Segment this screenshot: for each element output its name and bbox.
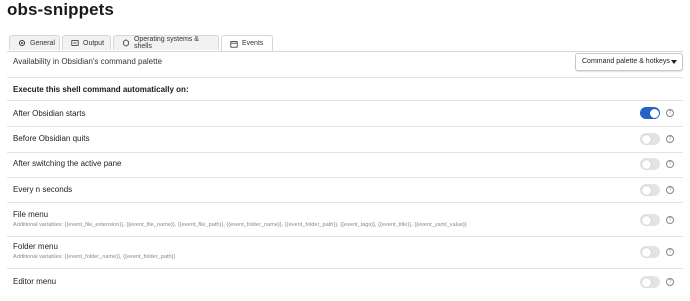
events-icon: [230, 40, 238, 48]
setting-before-obsidian-quits: Before Obsidian quits ?: [7, 127, 683, 152]
toggle-editor-menu[interactable]: [640, 276, 660, 288]
toggle-knob: [641, 215, 651, 225]
help-icon[interactable]: ?: [666, 160, 674, 168]
tab-output[interactable]: Output: [62, 35, 111, 50]
setting-name: After switching the active pane: [13, 159, 122, 168]
setting-name: Before Obsidian quits: [13, 134, 90, 143]
availability-row: Availability in Obsidian's command palet…: [7, 52, 683, 76]
operating-systems-icon: [123, 39, 129, 47]
toggle-knob: [641, 185, 651, 195]
tab-bar: General Output Operating systems & shell…: [7, 35, 683, 52]
availability-select[interactable]: Command palette & hotkeys: [575, 53, 683, 71]
toggle-knob: [641, 134, 651, 144]
setting-name: File menu: [13, 210, 49, 219]
toggle-file-menu[interactable]: [640, 214, 660, 226]
toggle-before-obsidian-quits[interactable]: [640, 133, 660, 145]
tab-label: General: [30, 39, 55, 47]
chevron-down-icon: [671, 60, 677, 64]
setting-file-menu: File menu Additional variables: {{event_…: [7, 203, 683, 236]
help-icon[interactable]: ?: [666, 248, 674, 256]
toggle-every-n-seconds[interactable]: [640, 184, 660, 196]
divider: [7, 77, 683, 78]
setting-after-obsidian-starts: After Obsidian starts ?: [7, 101, 683, 126]
toggle-knob: [641, 247, 651, 257]
setting-after-switching-pane: After switching the active pane ?: [7, 153, 683, 177]
toggle-knob: [641, 159, 651, 169]
setting-every-n-seconds: Every n seconds ?: [7, 178, 683, 202]
setting-description: Additional variables: {{event_folder_nam…: [13, 254, 176, 260]
availability-label: Availability in Obsidian's command palet…: [13, 57, 163, 66]
help-icon[interactable]: ?: [666, 278, 674, 286]
setting-name: After Obsidian starts: [13, 109, 86, 118]
setting-description: Additional variables: {{event_file_exten…: [13, 222, 467, 228]
setting-editor-menu: Editor menu ?: [7, 269, 683, 301]
section-heading: Execute this shell command automatically…: [13, 85, 189, 94]
output-icon: [71, 40, 79, 46]
setting-name: Every n seconds: [13, 185, 73, 194]
setting-folder-menu: Folder menu Additional variables: {{even…: [7, 237, 683, 268]
setting-name: Editor menu: [13, 277, 57, 286]
help-icon[interactable]: ?: [666, 216, 674, 224]
availability-select-value: Command palette & hotkeys: [582, 58, 670, 65]
tab-operating-systems[interactable]: Operating systems & shells: [113, 35, 219, 50]
page-title: obs-snippets: [7, 0, 114, 19]
toggle-knob: [649, 108, 659, 118]
tab-events[interactable]: Events: [221, 35, 273, 51]
help-icon[interactable]: ?: [666, 186, 674, 194]
tab-label: Operating systems & shells: [133, 36, 199, 50]
setting-name: Folder menu: [13, 242, 58, 251]
tab-label: Events: [242, 40, 264, 47]
toggle-folder-menu[interactable]: [640, 246, 660, 258]
tab-general[interactable]: General: [9, 35, 60, 50]
toggle-after-switching-pane[interactable]: [640, 158, 660, 170]
help-icon[interactable]: ?: [666, 109, 674, 117]
toggle-after-obsidian-starts[interactable]: [640, 107, 660, 119]
gear-icon: [18, 39, 26, 47]
toggle-knob: [641, 277, 651, 287]
help-icon[interactable]: ?: [666, 135, 674, 143]
tab-label: Output: [83, 39, 105, 47]
